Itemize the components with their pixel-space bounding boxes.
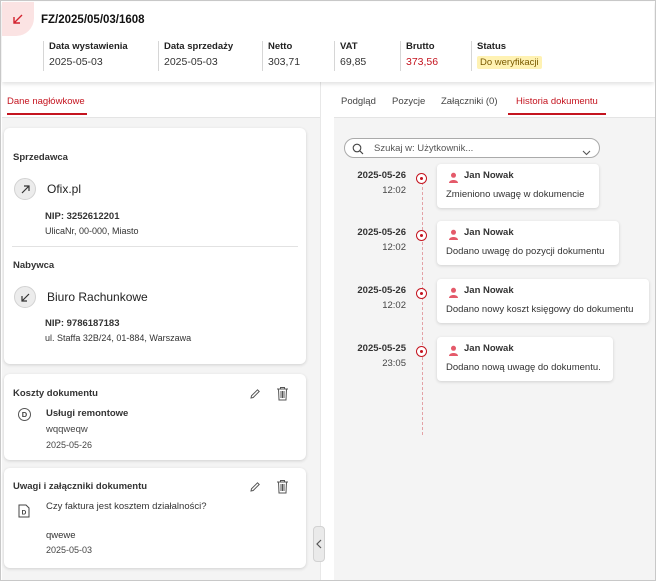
history-time: 12:02 xyxy=(382,242,406,253)
edit-notes-button[interactable] xyxy=(247,479,263,495)
tab-preview[interactable]: Podgląd xyxy=(341,96,376,107)
user-icon xyxy=(448,343,459,361)
right-panel: Podgląd Pozycje Załączniki (0) Historia … xyxy=(334,82,655,580)
history-date: 2025-05-26 xyxy=(357,227,406,238)
field-issue-date: Data wystawienia 2025-05-03 xyxy=(43,41,128,71)
trash-icon xyxy=(276,479,288,493)
note-answer: qwewe xyxy=(46,530,76,541)
cost-item-badge: D xyxy=(18,408,31,421)
history-text: Dodano nowy koszt księgowy do dokumentu xyxy=(446,304,634,315)
seller-section-title: Sprzedawca xyxy=(13,152,68,163)
field-netto: Netto 303,71 xyxy=(262,41,300,71)
history-time: 23:05 xyxy=(382,358,406,369)
history-entry: Jan Nowak Zmieniono uwagę w dokumencie xyxy=(437,164,599,208)
timeline-dot xyxy=(416,173,427,184)
user-icon xyxy=(448,227,459,245)
history-entry: Jan Nowak Dodano nową uwagę do dokumentu… xyxy=(437,337,613,381)
tab-attachments[interactable]: Załączniki (0) xyxy=(441,96,498,107)
cost-item-desc: wqqweqw xyxy=(46,424,88,435)
left-panel: Dane nagłówkowe Sprzedawca Ofix.pl NIP: … xyxy=(2,82,320,580)
history-user: Jan Nowak xyxy=(464,227,514,238)
delete-costs-button[interactable] xyxy=(274,385,290,401)
tab-history[interactable]: Historia dokumentu xyxy=(508,96,606,115)
history-user: Jan Nowak xyxy=(464,343,514,354)
app-frame: FZ/2025/05/03/1608 Data wystawienia 2025… xyxy=(0,0,656,581)
costs-title: Koszty dokumentu xyxy=(13,388,98,399)
note-question: Czy faktura jest kosztem działalności? xyxy=(46,501,207,512)
document-number: FZ/2025/05/03/1608 xyxy=(41,14,145,26)
history-text: Zmieniono uwagę w dokumencie xyxy=(446,189,585,200)
seller-name: Ofix.pl xyxy=(47,182,82,196)
field-brutto: Brutto 373,56 xyxy=(400,41,438,71)
seller-address: UlicaNr, 00-000, Miasto xyxy=(45,226,139,236)
edit-costs-button[interactable] xyxy=(247,386,263,402)
history-date: 2025-05-26 xyxy=(357,170,406,181)
timeline-dot xyxy=(416,230,427,241)
history-text: Dodano nową uwagę do dokumentu. xyxy=(446,362,601,373)
buyer-nip: NIP: 9786187183 xyxy=(45,318,120,329)
tab-header-data[interactable]: Dane nagłówkowe xyxy=(7,96,87,115)
chevron-left-icon xyxy=(316,539,322,549)
delete-notes-button[interactable] xyxy=(274,478,290,494)
buyer-address: ul. Staffa 32B/24, 01-884, Warszawa xyxy=(45,333,192,343)
svg-text:D: D xyxy=(22,510,27,517)
field-vat: VAT 69,85 xyxy=(334,41,366,71)
left-tabbar: Dane nagłówkowe xyxy=(2,82,320,118)
history-search-input[interactable]: Szukaj w: Użytkownik... xyxy=(344,138,600,158)
cost-item-date: 2025-05-26 xyxy=(46,440,93,450)
user-icon xyxy=(448,285,459,303)
cost-item-name: Usługi remontowe xyxy=(46,408,129,419)
divider xyxy=(12,246,298,247)
notes-card: Uwagi i załączniki dokumentu D Czy faktu… xyxy=(4,468,306,568)
chevron-down-icon[interactable] xyxy=(582,143,591,161)
panel-divider xyxy=(320,82,334,580)
user-icon xyxy=(448,170,459,188)
timeline-line xyxy=(422,177,423,435)
buyer-name: Biuro Rachunkowe xyxy=(47,290,148,304)
history-time: 12:02 xyxy=(382,185,406,196)
status-badge: Do weryfikacji xyxy=(477,56,542,69)
history-user: Jan Nowak xyxy=(464,170,514,181)
pencil-icon xyxy=(250,389,260,399)
history-text: Dodano uwagę do pozycji dokumentu xyxy=(446,246,605,257)
collapse-panel-button[interactable] xyxy=(313,526,325,562)
notes-title: Uwagi i załączniki dokumentu xyxy=(13,481,148,492)
search-placeholder: Szukaj w: Użytkownik... xyxy=(374,143,474,154)
arrow-up-right-icon xyxy=(14,178,36,200)
trash-icon xyxy=(276,386,288,400)
pencil-icon xyxy=(250,482,260,492)
note-date: 2025-05-03 xyxy=(46,545,93,555)
parties-card: Sprzedawca Ofix.pl NIP: 3252612201 Ulica… xyxy=(4,128,306,364)
field-status: Status Do weryfikacji xyxy=(471,41,542,71)
history-date: 2025-05-26 xyxy=(357,285,406,296)
costs-card: Koszty dokumentu D Usługi remontowe wqqw… xyxy=(4,374,306,460)
right-tabbar: Podgląd Pozycje Załączniki (0) Historia … xyxy=(334,82,655,118)
timeline-dot xyxy=(416,288,427,299)
search-icon xyxy=(352,142,364,160)
document-header: FZ/2025/05/03/1608 Data wystawienia 2025… xyxy=(2,2,654,82)
history-entry: Jan Nowak Dodano nowy koszt księgowy do … xyxy=(437,279,649,323)
history-time: 12:02 xyxy=(382,300,406,311)
tab-positions[interactable]: Pozycje xyxy=(392,96,425,107)
buyer-section-title: Nabywca xyxy=(13,260,55,271)
field-sale-date: Data sprzedaży 2025-05-03 xyxy=(158,41,233,71)
arrow-down-left-icon xyxy=(2,2,34,36)
history-user: Jan Nowak xyxy=(464,285,514,296)
note-document-icon: D xyxy=(18,504,30,523)
history-entry: Jan Nowak Dodano uwagę do pozycji dokume… xyxy=(437,221,619,265)
arrow-down-left-icon xyxy=(14,286,36,308)
seller-nip: NIP: 3252612201 xyxy=(45,211,120,222)
timeline-dot xyxy=(416,346,427,357)
history-date: 2025-05-25 xyxy=(357,343,406,354)
